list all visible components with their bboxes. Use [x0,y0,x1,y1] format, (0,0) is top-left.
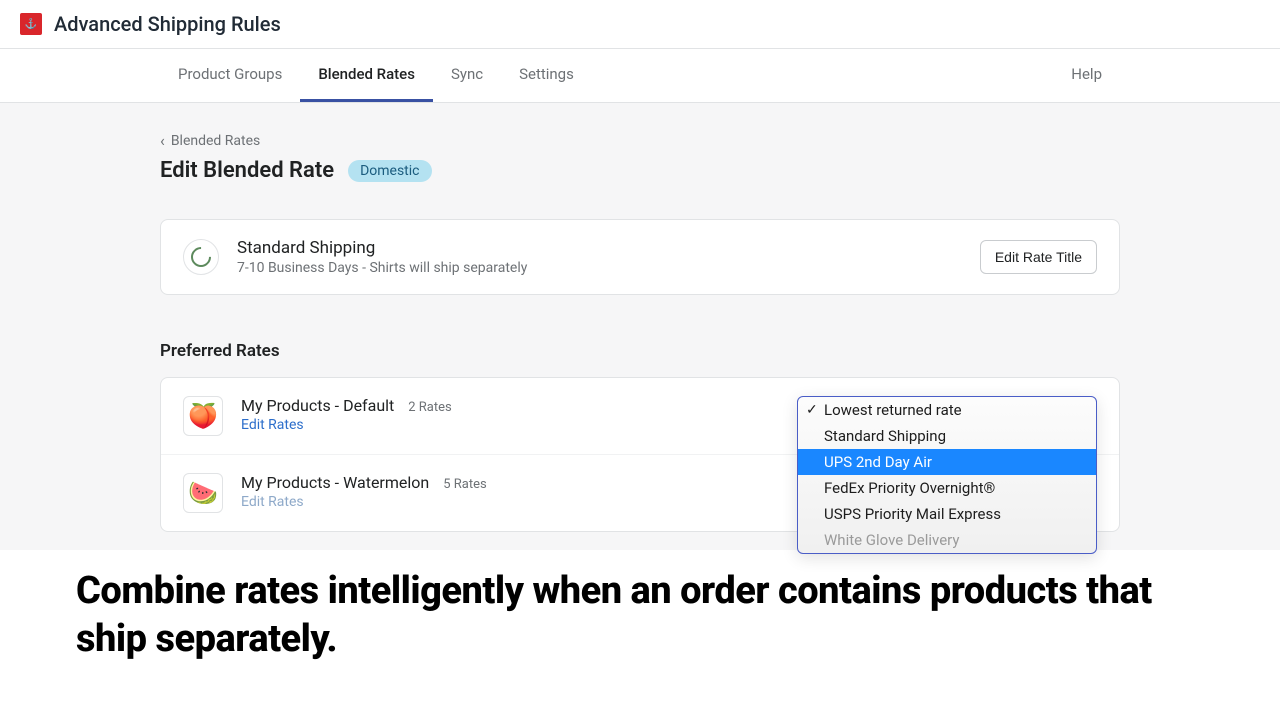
page-title-row: Edit Blended Rate Domestic [160,158,1120,183]
rate-select-dropdown[interactable]: Lowest returned rate Standard Shipping U… [797,396,1097,554]
app-header: Advanced Shipping Rules [0,0,1280,49]
preferred-rates-card: 🍑 My Products - Default 2 Rates Edit Rat… [160,377,1120,532]
dropdown-option[interactable]: FedEx Priority Overnight® [798,475,1096,501]
dropdown-option[interactable]: Lowest returned rate [798,397,1096,423]
product-name: My Products - Watermelon [241,473,429,492]
shipping-icon [183,239,219,275]
nav-blended-rates[interactable]: Blended Rates [300,49,433,102]
nav-bar: Product Groups Blended Rates Sync Settin… [0,49,1280,103]
shipping-subtitle: 7-10 Business Days - Shirts will ship se… [237,260,527,276]
preferred-rates-heading: Preferred Rates [160,341,1120,361]
status-badge: Domestic [348,160,431,182]
dropdown-option[interactable]: White Glove Delivery [798,527,1096,553]
main-content: ‹ Blended Rates Edit Blended Rate Domest… [160,103,1120,560]
app-title: Advanced Shipping Rules [54,12,281,36]
headline-text: Combine rates intelligently when an orde… [76,568,1204,663]
product-info: My Products - Default 2 Rates Edit Rates [241,396,452,433]
rate-count: 5 Rates [443,477,486,492]
shipping-info: Standard Shipping 7-10 Business Days - S… [237,238,527,276]
headline-overlay: Combine rates intelligently when an orde… [0,550,1280,720]
dropdown-option[interactable]: UPS 2nd Day Air [798,449,1096,475]
page-title: Edit Blended Rate [160,158,334,183]
breadcrumb[interactable]: ‹ Blended Rates [160,131,1120,150]
breadcrumb-label: Blended Rates [171,133,260,149]
product-info: My Products - Watermelon 5 Rates Edit Ra… [241,473,487,510]
product-icon: 🍑 [183,396,223,436]
product-icon: 🍉 [183,473,223,513]
nav-sync[interactable]: Sync [433,49,501,102]
product-name: My Products - Default [241,396,394,415]
edit-rates-link[interactable]: Edit Rates [241,494,487,510]
nav-settings[interactable]: Settings [501,49,592,102]
dropdown-option[interactable]: USPS Priority Mail Express [798,501,1096,527]
rate-count: 2 Rates [408,400,451,415]
app-logo-icon [20,13,42,35]
nav-help[interactable]: Help [1053,49,1120,102]
dropdown-option[interactable]: Standard Shipping [798,423,1096,449]
shipping-card: Standard Shipping 7-10 Business Days - S… [160,219,1120,295]
nav-product-groups[interactable]: Product Groups [160,49,300,102]
shipping-title: Standard Shipping [237,238,527,258]
edit-rate-title-button[interactable]: Edit Rate Title [980,240,1097,274]
chevron-left-icon: ‹ [160,131,165,150]
edit-rates-link[interactable]: Edit Rates [241,417,452,433]
rate-row: 🍑 My Products - Default 2 Rates Edit Rat… [161,378,1119,455]
